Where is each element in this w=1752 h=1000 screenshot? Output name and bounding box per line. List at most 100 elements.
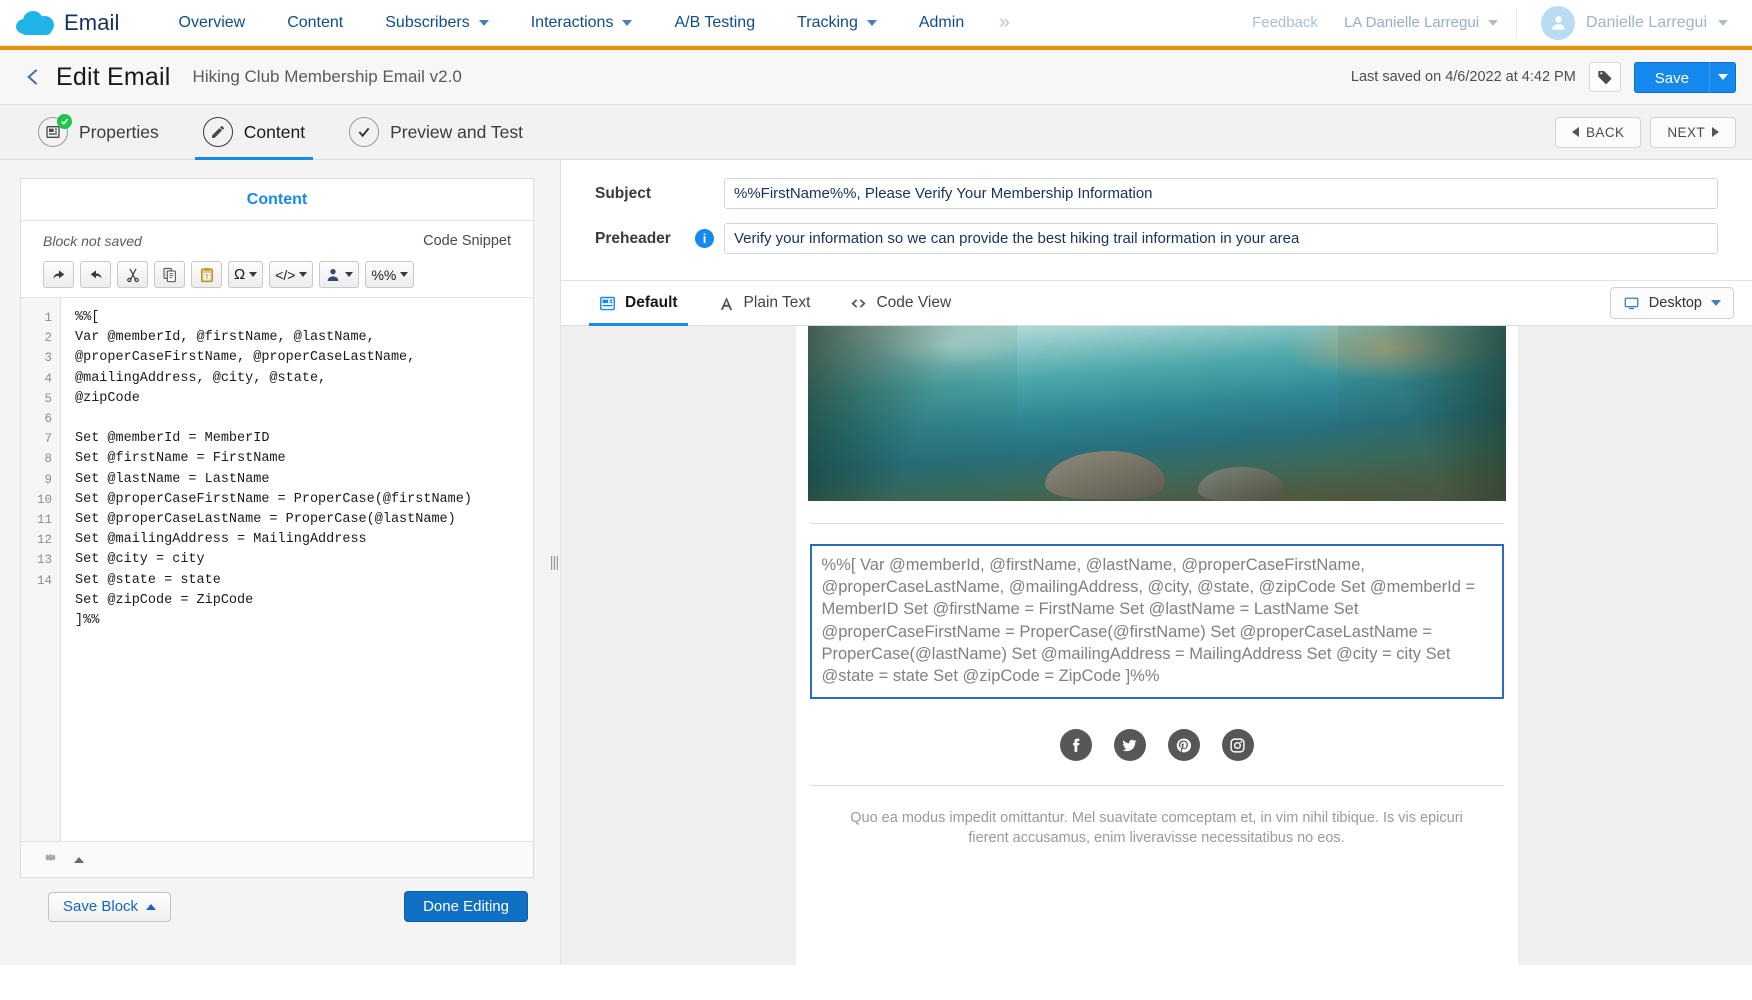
salesforce-cloud-logo-icon[interactable] [14, 8, 60, 38]
save-dropdown-button[interactable] [1709, 61, 1736, 93]
line-number: 12 [36, 533, 52, 548]
subject-input[interactable] [724, 178, 1718, 209]
code-line: Set @firstName = FirstName [75, 451, 286, 467]
personalization-button[interactable] [319, 261, 360, 288]
divider [809, 785, 1504, 787]
app-name: Email [64, 9, 120, 35]
avatar [1541, 5, 1576, 40]
nav-item-tracking[interactable]: Tracking [776, 1, 898, 45]
undo-button[interactable] [43, 261, 74, 288]
instagram-icon[interactable] [1221, 729, 1254, 762]
code-line: Set @properCaseLastName = ProperCase(@la… [75, 512, 456, 528]
twitter-icon[interactable] [1113, 729, 1146, 762]
chevron-down-icon [1717, 74, 1728, 80]
tab-code-view[interactable]: Code View [830, 280, 971, 326]
properties-icon [38, 114, 72, 147]
ampscript-button[interactable]: %% [365, 261, 415, 288]
chevron-down-icon [1711, 300, 1721, 306]
paste-as-text-button[interactable]: T [191, 261, 222, 288]
left-panel-wrapper: Content Block not saved Code Snippet T Ω… [0, 160, 548, 965]
nav-item-content[interactable]: Content [266, 1, 364, 45]
code-line: @zipCode [75, 390, 140, 406]
editor-status-bar [21, 841, 533, 877]
code-line: Set @city = city [75, 552, 205, 568]
caret-up-icon[interactable] [74, 856, 84, 863]
panel-header: Content [21, 179, 533, 221]
back-chevron-icon[interactable] [16, 60, 50, 94]
omega-icon: Ω [234, 266, 246, 283]
step-preview-and-test[interactable]: Preview and Test [327, 105, 545, 160]
account-switcher[interactable]: LA Danielle Larregui [1332, 14, 1510, 31]
step-properties[interactable]: Properties [16, 105, 181, 160]
account-label: LA Danielle Larregui [1343, 14, 1480, 31]
next-button[interactable]: NEXT [1650, 116, 1736, 148]
nav-label: Admin [918, 13, 965, 31]
chevron-down-icon [345, 272, 354, 277]
nav-items: Overview Content Subscribers Interaction… [158, 1, 1024, 45]
panel-splitter[interactable]: ||| [548, 160, 560, 965]
nav-item-overview[interactable]: Overview [158, 1, 267, 45]
chevron-down-icon [866, 19, 877, 26]
code-line: Set @properCaseFirstName = ProperCase(@f… [75, 491, 472, 507]
rock-shape [1198, 467, 1285, 501]
nav-label: Content [287, 13, 344, 31]
save-block-button[interactable]: Save Block [48, 891, 172, 922]
back-button[interactable]: BACK [1555, 116, 1642, 148]
ampscript-content-block[interactable]: %%[ Var @memberId, @firstName, @lastName… [809, 544, 1504, 700]
nav-item-interactions[interactable]: Interactions [510, 1, 654, 45]
tag-button[interactable] [1588, 62, 1621, 92]
nav-label: Subscribers [385, 13, 470, 31]
ampscript-text: %%[ Var @memberId, @firstName, @lastName… [821, 556, 1476, 686]
editor-action-bar: Save Block Done Editing [20, 878, 548, 922]
preheader-input[interactable] [724, 223, 1718, 254]
resize-handle-icon: ||| [549, 554, 560, 571]
step-content[interactable]: Content [181, 105, 327, 160]
preheader-row: Preheader i [595, 223, 1718, 254]
tab-default[interactable]: Default [579, 280, 698, 326]
chevron-down-icon [1718, 19, 1728, 26]
code-snippet-link[interactable]: Code Snippet [423, 233, 511, 249]
code-editor[interactable]: 1 2 3 4 5 6 7 8 9 10 11 12 13 14 %%[Var… [21, 298, 533, 841]
nav-item-admin[interactable]: Admin [898, 1, 985, 45]
step-label: Content [243, 121, 306, 142]
next-label: NEXT [1667, 124, 1705, 140]
preview-scroll-area[interactable]: %%[ Var @memberId, @firstName, @lastName… [561, 326, 1752, 965]
device-selector[interactable]: Desktop [1609, 287, 1734, 319]
back-label: BACK [1586, 124, 1625, 140]
footer-text: Quo ea modus impedit omittantur. Mel sua… [850, 810, 1463, 847]
code-line: Var @memberId, @firstName, @lastName, [75, 330, 375, 346]
tab-label: Plain Text [743, 294, 811, 311]
special-character-button[interactable]: Ω [228, 261, 264, 288]
caret-up-icon [146, 903, 157, 910]
line-number: 10 [36, 492, 52, 507]
page-header-actions: Last saved on 4/6/2022 at 4:42 PM Save [1351, 61, 1736, 93]
copy-button[interactable] [154, 261, 185, 288]
divider [1516, 7, 1518, 38]
cut-button[interactable] [117, 261, 148, 288]
nav-item-ab-testing[interactable]: A/B Testing [653, 1, 776, 45]
code-line: ]%% [75, 613, 100, 629]
facebook-icon[interactable] [1059, 729, 1092, 762]
line-number: 9 [44, 472, 52, 487]
email-preview-panel: Subject Preheader i Default Plain Text [560, 160, 1752, 965]
gear-icon[interactable] [43, 850, 58, 870]
more-nav-icon[interactable]: » [985, 12, 1024, 34]
line-number: 6 [44, 412, 52, 427]
code-content[interactable]: %%[ Var @memberId, @firstName, @lastName… [61, 298, 533, 841]
chevron-down-icon [1488, 19, 1499, 26]
user-name: Danielle Larregui [1586, 13, 1707, 31]
save-button[interactable]: Save [1633, 61, 1709, 93]
feedback-link[interactable]: Feedback [1238, 14, 1332, 31]
nav-item-subscribers[interactable]: Subscribers [364, 1, 509, 45]
check-circle-icon [349, 117, 380, 147]
done-editing-button[interactable]: Done Editing [404, 891, 528, 922]
pencil-icon [202, 117, 233, 147]
chevron-down-icon [622, 19, 633, 26]
user-menu[interactable]: Danielle Larregui [1523, 5, 1738, 40]
tab-plain-text[interactable]: Plain Text [698, 280, 831, 326]
source-code-button[interactable]: </> [269, 261, 314, 288]
pinterest-icon[interactable] [1167, 729, 1200, 762]
info-icon[interactable]: i [695, 229, 714, 248]
redo-button[interactable] [80, 261, 111, 288]
line-number: 2 [44, 331, 52, 346]
